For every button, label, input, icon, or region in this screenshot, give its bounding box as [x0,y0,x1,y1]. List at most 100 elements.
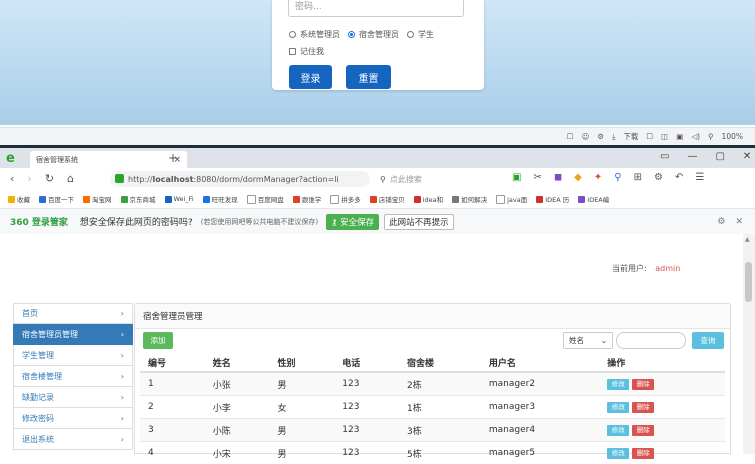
query-input[interactable] [616,332,686,349]
sidebar-item-logout[interactable]: 退出系统› [13,429,133,450]
undo-icon[interactable]: ↶ [675,172,683,183]
safe-save-button[interactable]: ⚷ 安全保存 [326,214,379,230]
tray-icon[interactable]: ◫ [661,132,668,141]
back-icon[interactable]: ‹ [10,172,14,185]
edit-button[interactable]: 修改 [607,402,629,413]
toolbar-icon[interactable]: ▣ [512,172,521,183]
tray-icon[interactable]: ⚙ [597,132,604,141]
bookmark-item[interactable]: java面 [496,194,527,204]
bookmark-label: IDEA编 [587,194,609,204]
bookmark-item[interactable]: 如何解决 [452,194,487,204]
tray-icon[interactable]: ☐ [567,132,574,141]
edit-button[interactable]: 修改 [607,425,629,436]
close-window-icon[interactable]: ✕ [743,151,751,162]
reload-icon[interactable]: ↻ [45,172,54,185]
password-input[interactable]: 密码... [288,0,464,17]
minimize-icon[interactable]: — [687,151,697,162]
delete-button[interactable]: 删除 [632,425,654,436]
bookmark-item[interactable]: IDEA 历 [536,194,569,204]
column-header: 性别 [270,354,335,372]
bookmark-item[interactable]: 拼多多 [330,194,361,204]
cell-building: 2栋 [399,372,481,396]
reset-button[interactable]: 重置 [346,65,391,89]
cell-name: 小李 [205,396,270,419]
search-field-select[interactable]: 姓名 ⌄ [563,332,613,349]
edit-button[interactable]: 修改 [607,379,629,390]
bookmark-item[interactable]: 店铺宝贝 [370,194,405,204]
forward-icon[interactable]: › [27,172,31,185]
sidebar-item-dorm-manager[interactable]: 宿舍管理员管理› [13,324,133,345]
bar-close-icon[interactable]: ✕ [735,217,743,227]
scissors-icon[interactable]: ✂ [533,172,541,183]
url-input[interactable]: http://localhost:8080/dorm/dormManager?a… [110,171,370,187]
tray-icon[interactable]: ☺ [582,132,590,141]
new-tab-button[interactable]: + [168,151,178,165]
toolbar-icon[interactable]: ◼ [554,172,562,183]
bookmark-item[interactable]: 百度一下 [39,194,74,204]
add-button[interactable]: 添加 [143,332,173,349]
key-icon: ⚷ [331,218,340,228]
url-rest: :8080/dorm/dormManager?action=li [193,175,338,184]
grid-icon[interactable]: ⊞ [634,172,642,183]
remember-checkbox[interactable] [289,48,296,55]
toolbar-icon[interactable]: ✦ [594,172,602,183]
download-label[interactable]: 下载 [623,131,638,142]
scroll-up-icon[interactable]: ▲ [745,236,750,243]
no-prompt-button[interactable]: 此网站不再提示 [384,214,454,230]
menu-icon[interactable]: ☰ [695,172,704,183]
role-radio-sysadmin[interactable] [289,31,296,38]
query-button[interactable]: 查询 [692,332,724,349]
bookmark-icon [121,196,128,203]
tab-list-icon[interactable]: ▭ [660,151,669,162]
tray-icon[interactable]: ☐ [646,132,653,141]
sidebar-item-building[interactable]: 宿舍楼管理› [13,366,133,387]
search-box[interactable]: ⚲ 点此搜索 [380,171,500,187]
delete-button[interactable]: 删除 [632,379,654,390]
role-radio-dormadmin[interactable] [348,31,355,38]
column-header: 操作 [599,354,725,372]
sidebar-item-absence[interactable]: 缺勤记录› [13,387,133,408]
login-button[interactable]: 登录 [289,65,332,89]
system-tray: ☐ ☺ ⚙ ⤓ 下载 ☐ ◫ ▣ ◁) ⚲ 100% [0,127,755,145]
bookmark-item[interactable]: idea和 [414,194,443,204]
password-save-bar: 360 登录管家 想安全保存此网页的密码吗? (若您使用网吧等公共电脑不建议保存… [0,209,755,235]
search-tool-icon[interactable]: ⚲ [614,172,621,183]
delete-button[interactable]: 删除 [632,448,654,459]
bookmark-item[interactable]: 百度网盘 [247,194,284,204]
bookmark-item[interactable]: 跟谁学 [293,194,322,204]
download-icon[interactable]: ⤓ [612,132,615,142]
scrollbar-thumb[interactable] [745,262,752,302]
cell-phone: 123 [334,372,399,396]
bookmark-item[interactable]: 京东商城 [121,194,156,204]
role-radio-student[interactable] [407,31,414,38]
bookmark-item[interactable]: 旺旺发现 [203,194,238,204]
sidebar-item-home[interactable]: 首页 › [13,303,133,324]
browser-tab[interactable]: 宿舍管理系统 × [30,151,187,168]
bookmark-item[interactable]: 收藏 [8,194,30,204]
tray-icon[interactable]: ▣ [676,132,683,141]
sidebar-item-password[interactable]: 修改密码› [13,408,133,429]
chevron-right-icon: › [121,309,124,318]
cell-id: 3 [140,419,205,442]
bar-settings-icon[interactable]: ⚙ [717,217,725,227]
sidebar-item-label: 首页 [22,308,38,319]
restore-icon[interactable]: ▢ [715,151,724,162]
bookmark-item[interactable]: Wei_Fi [165,195,194,203]
bookmark-item[interactable]: 淘宝网 [83,194,112,204]
toolbar-icon[interactable]: ◆ [574,172,582,183]
zoom-level[interactable]: 100% [722,132,743,141]
settings-icon[interactable]: ⚙ [654,172,663,183]
sidebar-item-student[interactable]: 学生管理› [13,345,133,366]
role-label-sysadmin: 系统管理员 [300,29,340,40]
delete-button[interactable]: 删除 [632,402,654,413]
home-icon[interactable]: ⌂ [67,172,74,185]
toolbar-icons: ▣ ✂ ◼ ◆ ✦ ⚲ ⊞ ⚙ ↶ ☰ [512,172,704,183]
cell-phone: 123 [334,396,399,419]
sidebar-item-label: 学生管理 [22,350,54,361]
cell-actions: 修改删除 [599,372,725,396]
edit-button[interactable]: 修改 [607,448,629,459]
bookmark-item[interactable]: IDEA编 [578,194,609,204]
secure-icon [115,174,124,183]
volume-icon[interactable]: ◁) [691,132,700,141]
bookmark-label: 拼多多 [341,194,361,204]
